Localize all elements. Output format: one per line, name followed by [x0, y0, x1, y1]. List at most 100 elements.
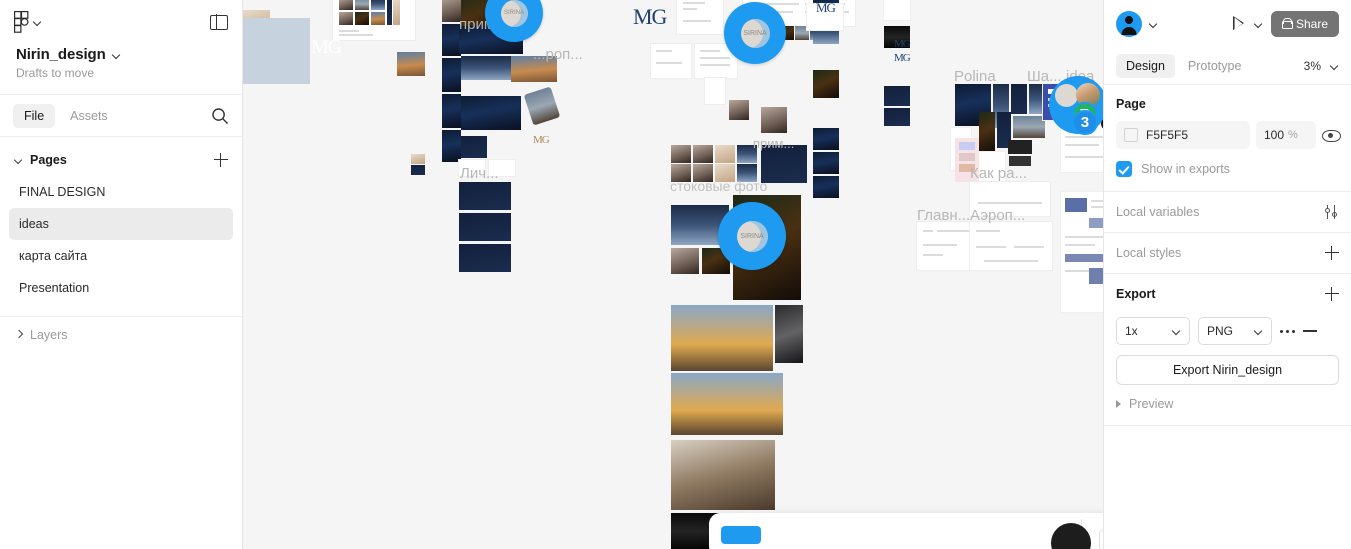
opacity-field[interactable]: 100 %: [1256, 121, 1316, 149]
canvas-text-label[interactable]: MG: [533, 134, 550, 146]
tab-design[interactable]: Design: [1116, 53, 1175, 78]
canvas-text-label[interactable]: MG: [311, 36, 342, 59]
canvas-mock[interactable]: [979, 112, 995, 152]
add-style-icon[interactable]: [1325, 246, 1339, 260]
chevron-down-icon[interactable]: [1255, 20, 1263, 28]
canvas-thumbnail[interactable]: [397, 52, 425, 76]
canvas-card[interactable]: [970, 222, 1052, 270]
canvas-image[interactable]: [461, 96, 521, 130]
remove-export-icon[interactable]: [1303, 330, 1317, 332]
file-name-row[interactable]: Nirin_design: [16, 46, 226, 63]
share-button[interactable]: Share: [1270, 10, 1339, 37]
caret-down-icon[interactable]: [14, 155, 24, 165]
canvas-text-label[interactable]: Аэроп...: [970, 207, 1025, 224]
canvas-mobile-mock[interactable]: [442, 130, 461, 162]
present-button[interactable]: [1232, 16, 1263, 31]
canvas-image[interactable]: [813, 70, 839, 98]
play-icon[interactable]: [1232, 16, 1246, 31]
canvas-photo[interactable]: [671, 248, 699, 274]
canvas-photo[interactable]: [671, 440, 775, 510]
tab-prototype[interactable]: Prototype: [1178, 54, 1252, 78]
canvas-text-label[interactable]: MG: [894, 38, 911, 50]
toolbar-primary-chip[interactable]: [721, 526, 761, 544]
sidebar-page-item[interactable]: Presentation: [9, 272, 233, 304]
add-page-icon[interactable]: [214, 153, 228, 167]
canvas-image[interactable]: [459, 213, 511, 241]
canvas-text-label[interactable]: MG: [633, 4, 667, 30]
chevron-down-icon[interactable]: [113, 51, 121, 59]
show-in-exports-row[interactable]: Show in exports: [1116, 161, 1339, 177]
canvas-image[interactable]: [729, 100, 749, 120]
canvas-card[interactable]: [333, 0, 415, 40]
zoom-control[interactable]: 3%: [1304, 59, 1339, 73]
design-canvas[interactable]: MGMGприм...Fra...MGЛич......роп...прим..…: [243, 0, 1103, 549]
canvas-photo[interactable]: [775, 305, 803, 363]
canvas-image[interactable]: [813, 176, 839, 198]
canvas-text-label[interactable]: Polina: [954, 68, 996, 85]
avatar-cluster-left[interactable]: R3: [1049, 76, 1103, 136]
canvas-frame[interactable]: [243, 18, 310, 84]
sliders-icon[interactable]: [1323, 205, 1339, 219]
sidebar-page-item[interactable]: карта сайта: [9, 240, 233, 272]
canvas-text-label[interactable]: стоковые фото: [670, 178, 767, 194]
add-export-icon[interactable]: [1325, 287, 1339, 301]
sidebar-page-item[interactable]: FINAL DESIGN: [9, 176, 233, 208]
canvas-mock[interactable]: [1013, 116, 1045, 138]
panel-toggle-icon[interactable]: [210, 14, 228, 30]
canvas-text-label[interactable]: прим...: [753, 136, 794, 151]
canvas-image[interactable]: [884, 108, 910, 126]
canvas-image[interactable]: [813, 152, 839, 174]
tab-assets[interactable]: Assets: [59, 104, 119, 128]
canvas-mobile-mock[interactable]: [523, 86, 561, 126]
canvas-text-label[interactable]: Как ра...: [970, 165, 1027, 182]
chevron-down-icon[interactable]: [1150, 20, 1158, 28]
tab-file[interactable]: File: [13, 103, 56, 128]
layers-section-header[interactable]: Layers: [0, 316, 242, 352]
show-in-exports-checkbox[interactable]: [1116, 161, 1132, 177]
eye-icon[interactable]: [1322, 127, 1341, 144]
canvas-text-label[interactable]: MG: [816, 0, 836, 16]
canvas-bottom-toolbar[interactable]: [709, 513, 1103, 549]
canvas-text-label[interactable]: MG: [894, 52, 911, 64]
canvas-image[interactable]: [459, 182, 511, 210]
canvas-image[interactable]: [461, 136, 487, 158]
export-scale-select[interactable]: 1x: [1116, 317, 1190, 345]
canvas-document[interactable]: [1061, 192, 1103, 312]
canvas-image[interactable]: [884, 86, 910, 106]
preview-toggle-row[interactable]: Preview: [1116, 397, 1339, 411]
local-variables-row[interactable]: Local variables: [1104, 192, 1351, 233]
color-hex-value: F5F5F5: [1146, 128, 1189, 142]
user-avatar-icon[interactable]: [1116, 10, 1142, 37]
canvas-text-label[interactable]: Главн...: [917, 207, 970, 224]
chevron-down-icon[interactable]: [1331, 62, 1339, 70]
canvas-text-label[interactable]: Ша...: [1027, 68, 1062, 85]
local-styles-row[interactable]: Local styles: [1104, 233, 1351, 274]
canvas-wireframe[interactable]: [677, 0, 723, 34]
export-format-select[interactable]: PNG: [1198, 317, 1272, 345]
figma-menu-button[interactable]: [14, 11, 42, 33]
canvas-text-label[interactable]: Лич...: [460, 165, 499, 182]
sidebar-page-item[interactable]: ideas: [9, 208, 233, 240]
search-icon[interactable]: [211, 107, 229, 125]
canvas-wireframe[interactable]: [651, 44, 691, 78]
export-button[interactable]: Export Nirin_design: [1116, 355, 1339, 385]
canvas-mock[interactable]: [1011, 84, 1027, 114]
more-horizontal-icon[interactable]: [1280, 329, 1295, 333]
canvas-wireframe[interactable]: [705, 78, 725, 104]
canvas-thumbnail[interactable]: [411, 165, 425, 175]
canvas-image[interactable]: [459, 244, 511, 272]
canvas-mobile-mock[interactable]: [442, 58, 461, 92]
background-color-field[interactable]: F5F5F5: [1116, 121, 1250, 149]
canvas-card[interactable]: [1008, 140, 1032, 154]
canvas-thumbnail[interactable]: [761, 107, 787, 133]
pages-header: Pages: [0, 144, 242, 176]
color-swatch[interactable]: [1124, 128, 1138, 142]
canvas-card[interactable]: [884, 0, 910, 20]
canvas-text-label[interactable]: ...роп...: [533, 46, 583, 63]
canvas-mobile-mock[interactable]: [442, 94, 461, 128]
canvas-photo[interactable]: [671, 373, 783, 435]
canvas-photo[interactable]: [671, 305, 773, 371]
canvas-image[interactable]: [813, 128, 839, 150]
caret-right-icon[interactable]: [14, 330, 24, 340]
canvas-thumbnail[interactable]: [411, 154, 425, 164]
